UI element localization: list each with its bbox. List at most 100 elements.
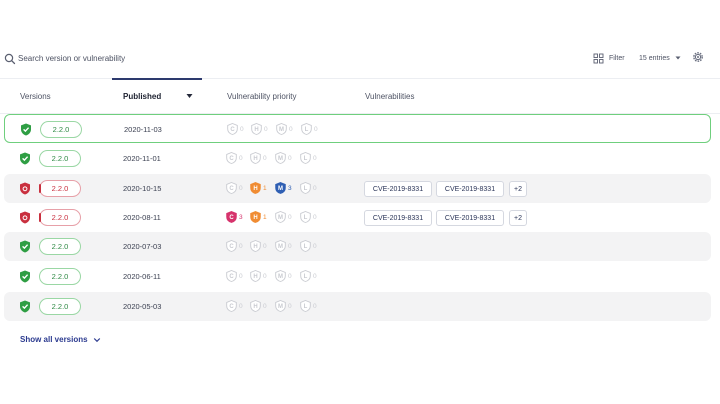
high-shield-icon: H <box>250 211 261 223</box>
low-count: 0 <box>313 242 317 250</box>
high-count: 0 <box>263 302 267 310</box>
svg-text:H: H <box>253 244 257 250</box>
filter-button[interactable]: Filter <box>593 50 625 66</box>
table-header: Versions Published Vulnerability priorit… <box>0 78 720 114</box>
high-count: 0 <box>263 272 267 280</box>
medium-shield-icon: M <box>275 182 286 194</box>
svg-text:C: C <box>229 274 234 280</box>
low-shield-icon: L <box>300 211 311 223</box>
high-count: 0 <box>264 125 268 133</box>
medium-count: 0 <box>288 154 292 162</box>
medium-shield-icon: M <box>275 240 286 252</box>
critical-shield-icon: C <box>226 211 237 223</box>
svg-text:M: M <box>278 186 283 192</box>
svg-text:L: L <box>304 304 308 310</box>
critical-shield-icon: C <box>226 300 237 312</box>
chevron-down-icon <box>93 337 100 342</box>
shield-check-icon <box>20 300 30 313</box>
priority-medium: M0 <box>275 152 296 164</box>
cve-chip[interactable]: CVE-2019-8331 <box>364 210 432 226</box>
low-shield-icon: L <box>300 240 311 252</box>
version-pill[interactable]: 2.2.0 <box>39 238 81 255</box>
version-pill[interactable]: 2.2.0 <box>39 298 81 315</box>
more-cves-chip[interactable]: +2 <box>509 210 527 226</box>
high-count: 1 <box>263 184 267 192</box>
low-count: 0 <box>313 154 317 162</box>
priority-critical: C0 <box>227 123 248 135</box>
cve-chip[interactable]: CVE-2019-8331 <box>436 181 504 197</box>
svg-text:M: M <box>278 304 283 310</box>
version-pill[interactable]: 2.2.0 <box>39 150 81 167</box>
gear-icon[interactable] <box>692 51 704 63</box>
high-shield-icon: H <box>250 270 261 282</box>
table-row[interactable]: 2.2.0 2020-07-03 C 0 H 0 M 0 L 0 <box>4 232 711 261</box>
svg-text:C: C <box>229 215 234 221</box>
version-pill[interactable]: 2.2.0 <box>39 268 81 285</box>
high-shield-icon: H <box>251 123 262 135</box>
svg-text:H: H <box>253 274 257 280</box>
more-cves-chip[interactable]: +2 <box>509 181 527 197</box>
search-input[interactable] <box>18 48 318 68</box>
critical-count: 0 <box>239 154 243 162</box>
critical-shield-icon: C <box>227 123 238 135</box>
entries-dropdown[interactable]: 15 entries <box>639 50 682 66</box>
svg-text:M: M <box>279 127 284 133</box>
priority-critical: C0 <box>226 152 247 164</box>
medium-shield-icon: M <box>275 300 286 312</box>
svg-text:M: M <box>278 274 283 280</box>
high-count: 1 <box>263 213 267 221</box>
svg-text:L: L <box>305 127 309 133</box>
critical-count: 0 <box>239 302 243 310</box>
low-shield-icon: L <box>300 182 311 194</box>
priority-medium: M0 <box>275 270 296 282</box>
priority-low: L0 <box>301 123 322 135</box>
table-row[interactable]: 2.2.0 2020-08-11 C 3 H 1 M 0 L 0 CVE-2019-8331 CVE-… <box>4 203 711 232</box>
low-shield-icon: L <box>300 300 311 312</box>
low-count: 0 <box>314 125 318 133</box>
svg-text:M: M <box>278 215 283 221</box>
version-pill[interactable]: 2.2.0 <box>39 180 81 197</box>
medium-count: 3 <box>288 184 292 192</box>
sort-desc-icon[interactable] <box>186 93 193 99</box>
priority-medium: M0 <box>276 123 297 135</box>
svg-text:H: H <box>253 215 257 221</box>
show-all-label: Show all versions <box>20 335 88 344</box>
entries-label: 15 entries <box>639 54 670 62</box>
cve-chip[interactable]: CVE-2019-8331 <box>364 181 432 197</box>
column-versions[interactable]: Versions <box>20 92 51 101</box>
published-date: 2020-11-01 <box>123 154 161 163</box>
low-count: 0 <box>313 184 317 192</box>
column-vulnerability-priority[interactable]: Vulnerability priority <box>227 92 297 101</box>
svg-text:M: M <box>278 244 283 250</box>
shield-check-icon <box>20 270 30 283</box>
priority-high: H1 <box>250 182 271 194</box>
table-row[interactable]: 2.2.0 2020-06-11 C 0 H 0 M 0 L 0 <box>4 262 711 291</box>
filter-label: Filter <box>609 54 625 62</box>
table-row[interactable]: 2.2.0 2020-05-03 C 0 H 0 M 0 L 0 <box>4 292 711 321</box>
cve-chip[interactable]: CVE-2019-8331 <box>436 210 504 226</box>
column-vulnerabilities[interactable]: Vulnerabilities <box>365 92 415 101</box>
svg-text:L: L <box>304 274 308 280</box>
table-row[interactable]: 2.2.0 2020-11-01 C 0 H 0 M 0 L 0 <box>4 144 711 173</box>
critical-count: 0 <box>239 184 243 192</box>
table-row[interactable]: 2.2.0 2020-10-15 C 0 H 1 M 3 L 0 CVE-2019-8331 CVE-… <box>4 174 711 203</box>
priority-medium: M3 <box>275 182 296 194</box>
table-row[interactable]: 2.2.0 2020-11-03 C 0 H 0 M 0 L 0 <box>4 114 711 143</box>
svg-text:M: M <box>278 156 283 162</box>
svg-text:H: H <box>253 156 257 162</box>
priority-high: H0 <box>250 300 271 312</box>
version-pill[interactable]: 2.2.0 <box>40 121 82 138</box>
shield-bug-icon <box>20 182 30 195</box>
published-date: 2020-11-03 <box>124 125 162 134</box>
priority-critical: C0 <box>226 270 247 282</box>
version-pill[interactable]: 2.2.0 <box>39 209 81 226</box>
filter-icon <box>593 53 604 63</box>
published-date: 2020-10-15 <box>123 184 162 193</box>
svg-text:H: H <box>254 127 258 133</box>
priority-low: L0 <box>300 152 321 164</box>
show-all-versions-link[interactable]: Show all versions <box>20 335 101 344</box>
priority-low: L0 <box>300 211 321 223</box>
priority-high: H0 <box>250 240 271 252</box>
svg-text:L: L <box>304 244 308 250</box>
column-published[interactable]: Published <box>123 92 161 101</box>
